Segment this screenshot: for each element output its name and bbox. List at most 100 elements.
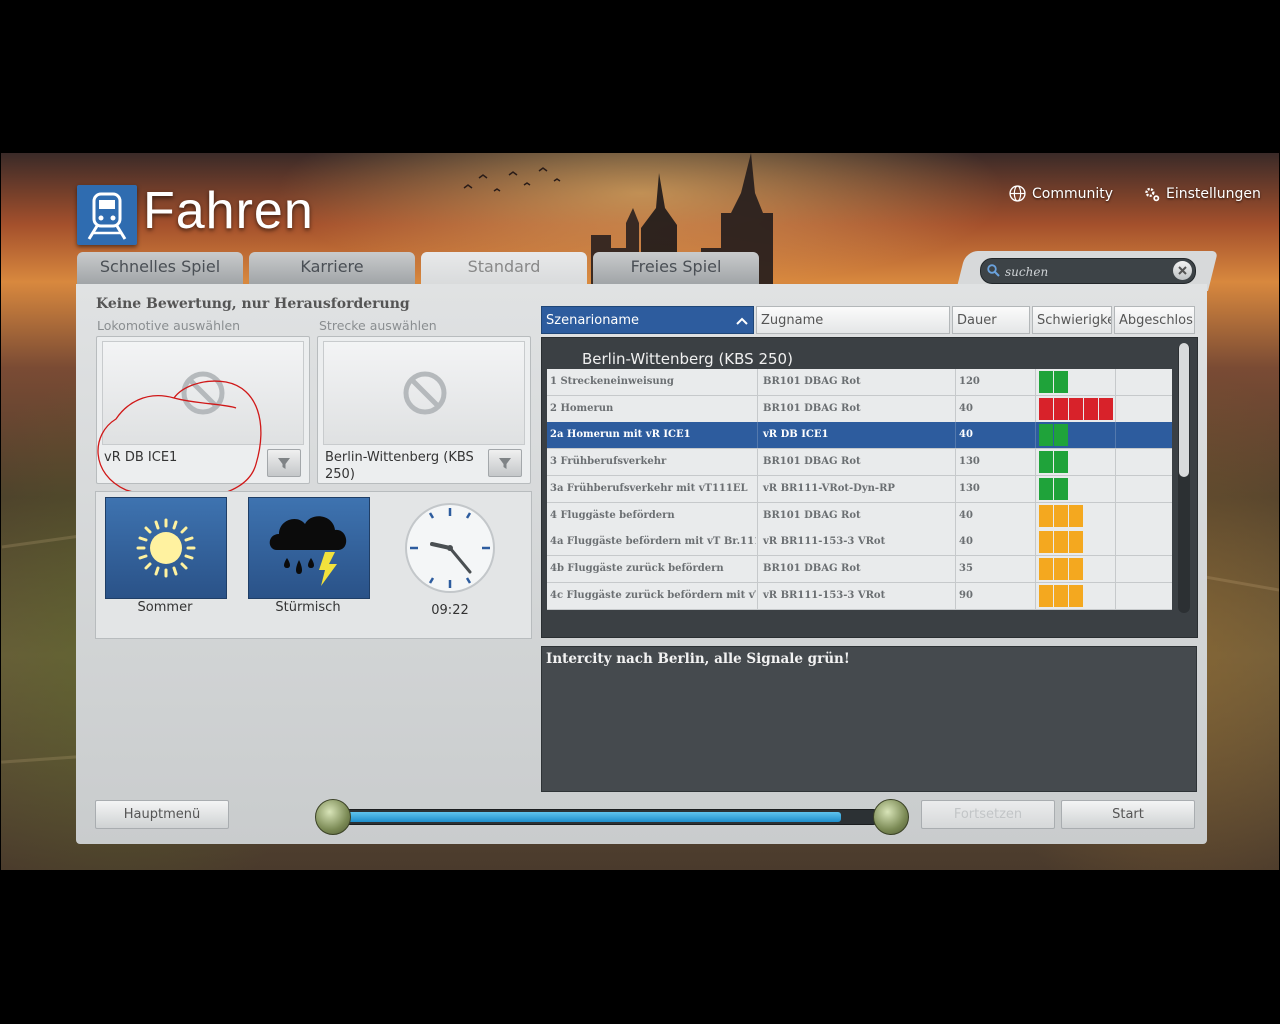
time-clock-button[interactable] — [404, 502, 496, 598]
difficulty-bar — [1069, 584, 1083, 607]
route-preview — [323, 341, 525, 445]
route-filter-button[interactable] — [488, 449, 522, 477]
column-header-duration[interactable]: Dauer — [952, 306, 1030, 334]
completed-cell — [1115, 529, 1172, 556]
loco-filter-button[interactable] — [267, 449, 301, 477]
scenario-name-cell: 4c Fluggäste zurück befördern mit vT Br.… — [550, 589, 756, 601]
completed-cell — [1115, 502, 1172, 529]
difficulty-bars — [1039, 371, 1068, 393]
difficulty-bar — [1054, 504, 1068, 527]
train-icon — [77, 185, 137, 245]
clock-icon — [405, 503, 495, 593]
table-row[interactable]: 2a Homerun mit vR ICE1 vR DB ICE1 40 — [547, 422, 1172, 450]
duration-cell: 90 — [955, 582, 1035, 609]
table-row[interactable]: 4 Fluggäste befördern BR101 DBAG Rot 40 — [547, 502, 1172, 530]
column-header-difficulty[interactable]: Schwierigke — [1032, 306, 1112, 334]
completed-cell — [1115, 555, 1172, 582]
column-header-scenario[interactable]: Szenarioname — [541, 306, 754, 334]
birds-illustration — [463, 167, 561, 192]
environment-panel: Sommer Stürmisch 09:22 — [95, 491, 532, 639]
difficulty-bars — [1039, 584, 1083, 607]
difficulty-bar — [1039, 371, 1053, 393]
chevron-up-icon — [736, 317, 748, 325]
scenario-description-panel: Intercity nach Berlin, alle Signale grün… — [541, 646, 1197, 792]
duration-cell: 40 — [955, 395, 1035, 422]
difficulty-bar — [1069, 504, 1083, 527]
completed-cell — [1115, 582, 1172, 609]
difficulty-bar — [1069, 557, 1083, 580]
table-row[interactable]: 3 Frühberufsverkehr BR101 DBAG Rot 130 — [547, 449, 1172, 477]
duration-cell: 130 — [955, 475, 1035, 502]
difficulty-bar — [1084, 397, 1098, 420]
difficulty-bars — [1039, 531, 1083, 554]
tab-schnelles-spiel[interactable]: Schnelles Spiel — [77, 252, 243, 286]
tab-karriere[interactable]: Karriere — [249, 252, 415, 286]
no-image-icon — [403, 371, 447, 415]
continue-button[interactable]: Fortsetzen — [921, 800, 1055, 829]
train-name-cell: BR101 DBAG Rot — [757, 395, 959, 422]
table-row[interactable]: 4c Fluggäste zurück befördern mit vT Br.… — [547, 582, 1172, 610]
route-select-label: Strecke auswählen — [319, 318, 437, 333]
tab-standard[interactable]: Standard — [421, 252, 587, 286]
train-name-cell: BR101 DBAG Rot — [757, 449, 959, 476]
scenario-name-cell: 4b Fluggäste zurück befördern — [550, 562, 724, 574]
difficulty-bar — [1039, 504, 1053, 527]
route-select-card[interactable]: Berlin-Wittenberg (KBS 250) — [317, 336, 531, 484]
difficulty-bar — [1054, 424, 1068, 447]
scenario-name-cell: 4 Fluggäste befördern — [550, 509, 675, 521]
community-label: Community — [1032, 185, 1114, 202]
time-label: 09:22 — [431, 603, 469, 618]
progress-start-knob[interactable] — [315, 799, 351, 835]
completed-cell — [1115, 422, 1172, 449]
column-header-train[interactable]: Zugname — [756, 306, 950, 334]
table-row[interactable]: 4b Fluggäste zurück befördern BR101 DBAG … — [547, 555, 1172, 583]
scenario-description: Intercity nach Berlin, alle Signale grün… — [546, 651, 850, 667]
settings-link[interactable]: Einstellungen — [1143, 185, 1261, 202]
difficulty-bars — [1039, 477, 1068, 500]
scenario-name-cell: 3 Frühberufsverkehr — [550, 456, 667, 468]
loco-select-label: Lokomotive auswählen — [97, 318, 241, 333]
table-row[interactable]: 1 Streckeneinweisung BR101 DBAG Rot 120 — [547, 369, 1172, 396]
difficulty-bar — [1054, 531, 1068, 554]
filter-icon — [499, 458, 511, 469]
column-header-label: Szenarioname — [546, 313, 640, 328]
completed-cell — [1115, 369, 1172, 395]
table-row[interactable]: 2 Homerun BR101 DBAG Rot 40 — [547, 395, 1172, 423]
difficulty-bar — [1039, 451, 1053, 474]
scrollbar-thumb[interactable] — [1179, 343, 1189, 477]
train-name-cell: vR BR111-153-3 VRot — [757, 582, 959, 609]
table-row[interactable]: 3a Frühberufsverkehr mit vT111EL vR BR111… — [547, 475, 1172, 503]
difficulty-bar — [1054, 557, 1068, 580]
list-scrollbar[interactable] — [1178, 343, 1190, 613]
globe-icon — [1009, 185, 1026, 202]
progress-fill — [339, 812, 841, 822]
table-row[interactable]: 4a Fluggäste befördern mit vT Br.111 Dos… — [547, 529, 1172, 557]
scenario-name-cell: 4a Fluggäste befördern mit vT Br.111 Dos… — [550, 536, 756, 548]
search-input[interactable] — [1003, 262, 1167, 282]
train-name-cell: vR BR111-VRot-Dyn-RP — [757, 475, 959, 502]
difficulty-bar — [1039, 424, 1053, 447]
tab-freies-spiel[interactable]: Freies Spiel — [593, 252, 759, 286]
difficulty-bar — [1054, 584, 1068, 607]
scenario-name-cell: 1 Streckeneinweisung — [550, 376, 674, 387]
difficulty-bar — [1039, 477, 1053, 500]
route-selected-value: Berlin-Wittenberg (KBS 250) — [325, 450, 474, 482]
difficulty-bar — [1054, 397, 1068, 420]
annotation-circle — [97, 380, 262, 500]
column-header-completed[interactable]: Abgeschlos — [1114, 306, 1195, 334]
community-link[interactable]: Community — [1009, 185, 1113, 202]
completed-cell — [1115, 449, 1172, 476]
game-screen: Fahren Community Einstellungen Schnelles… — [1, 153, 1279, 870]
completed-cell — [1115, 395, 1172, 422]
clear-search-button[interactable] — [1173, 261, 1192, 280]
start-button[interactable]: Start — [1061, 800, 1195, 829]
duration-cell: 40 — [955, 422, 1035, 449]
duration-cell: 120 — [955, 369, 1035, 395]
sun-icon — [136, 518, 196, 578]
difficulty-bars — [1039, 557, 1083, 580]
season-button[interactable] — [105, 497, 227, 599]
main-menu-button[interactable]: Hauptmenü — [95, 800, 229, 829]
train-name-cell: vR DB ICE1 — [757, 422, 959, 449]
progress-end-knob[interactable] — [873, 799, 909, 835]
weather-button[interactable] — [248, 497, 370, 599]
